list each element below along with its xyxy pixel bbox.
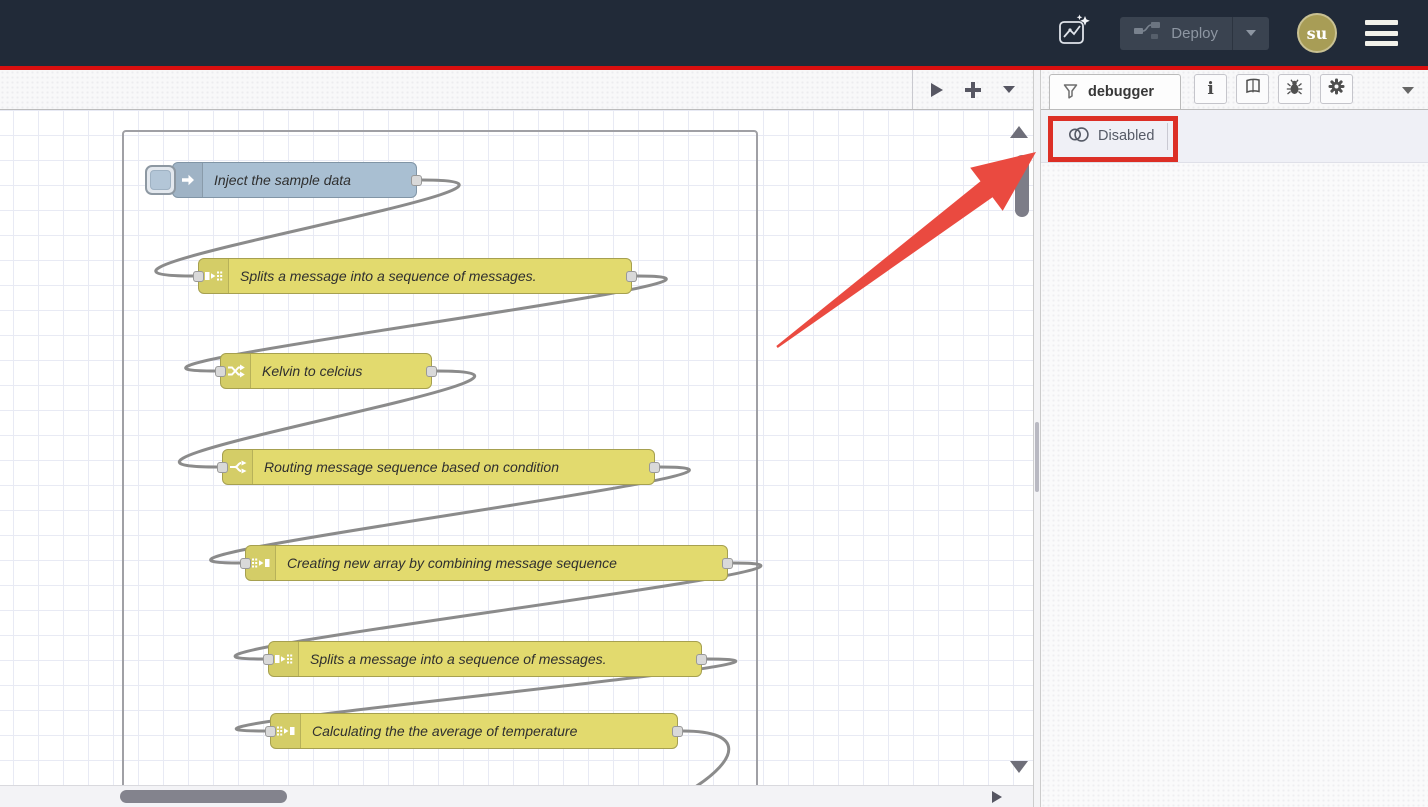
- node-label: Calculating the the average of temperatu…: [301, 714, 589, 748]
- tab-debugger[interactable]: debugger: [1049, 74, 1181, 109]
- header: Deploy su: [0, 0, 1428, 66]
- node-label: Creating new array by combining message …: [276, 546, 629, 580]
- main-menu-button[interactable]: [1365, 20, 1398, 46]
- deploy-label: Deploy: [1171, 25, 1218, 42]
- horizontal-scrollbar-thumb[interactable]: [120, 790, 287, 803]
- debug-sidebar-toolbar: Disabled: [1041, 110, 1428, 163]
- flow-node-join2[interactable]: Calculating the the average of temperatu…: [270, 713, 678, 749]
- toggle-icon: [1067, 126, 1090, 147]
- node-label: Splits a message into a sequence of mess…: [229, 259, 549, 293]
- node-input-port[interactable]: [215, 366, 226, 377]
- gear-icon: [1328, 78, 1345, 100]
- splitter-grip-handle[interactable]: [1035, 422, 1039, 492]
- ai-flow-sparkle-icon: [1056, 13, 1092, 54]
- scroll-right-arrow-button[interactable]: [992, 791, 1002, 803]
- node-output-port[interactable]: [649, 462, 660, 473]
- toolbar-separator: [1167, 123, 1168, 150]
- node-input-port[interactable]: [240, 558, 251, 569]
- bug-icon: [1286, 78, 1303, 101]
- node-label: Kelvin to celcius: [251, 354, 374, 388]
- canvas-scroll-up-button[interactable]: [1010, 126, 1028, 138]
- inject-button-face: [150, 170, 171, 190]
- sidebar-tab-buttons: i: [1194, 74, 1353, 104]
- add-flow-button[interactable]: [965, 82, 981, 98]
- main-area: Inject the sample data Splits a message i…: [0, 70, 1428, 807]
- deploy-icon: [1134, 22, 1161, 44]
- node-label: Inject the sample data: [203, 163, 363, 197]
- debug-disabled-toggle-button[interactable]: Disabled: [1067, 126, 1154, 147]
- debug-messages-panel[interactable]: [1041, 163, 1428, 807]
- sidebar-tabbar: debugger i: [1041, 70, 1428, 110]
- flow-list-caret-button[interactable]: [1003, 86, 1015, 93]
- flow-node-split1[interactable]: Splits a message into a sequence of mess…: [198, 258, 632, 294]
- deploy-options-caret-button[interactable]: [1232, 17, 1269, 50]
- workspace: Inject the sample data Splits a message i…: [0, 70, 1033, 807]
- hamburger-icon: [1365, 20, 1398, 25]
- wires-layer: [0, 110, 1033, 785]
- disabled-label: Disabled: [1098, 128, 1154, 144]
- flow-node-join1[interactable]: Creating new array by combining message …: [245, 545, 728, 581]
- node-input-port[interactable]: [217, 462, 228, 473]
- info-tab-button[interactable]: i: [1194, 74, 1227, 104]
- node-output-port[interactable]: [696, 654, 707, 665]
- help-docs-tab-button[interactable]: [1236, 74, 1269, 104]
- node-input-port[interactable]: [193, 271, 204, 282]
- info-icon: i: [1207, 81, 1213, 98]
- avatar-initials: su: [1307, 24, 1328, 43]
- node-input-port[interactable]: [265, 726, 276, 737]
- node-label: Splits a message into a sequence of mess…: [299, 642, 619, 676]
- node-output-port[interactable]: [672, 726, 683, 737]
- canvas-scroll-down-button[interactable]: [1010, 761, 1028, 773]
- node-output-port[interactable]: [411, 175, 422, 186]
- ai-assistant-button[interactable]: [1056, 15, 1092, 51]
- debug-tab-button[interactable]: [1278, 74, 1311, 104]
- canvas-vertical-scrollbar-thumb[interactable]: [1015, 155, 1029, 217]
- inject-run-button[interactable]: [145, 165, 176, 195]
- flask-icon: [1062, 82, 1079, 103]
- sidebar-tabs-caret-button[interactable]: [1402, 87, 1414, 94]
- sidebar: debugger i: [1041, 70, 1428, 807]
- flow-node-split2[interactable]: Splits a message into a sequence of mess…: [268, 641, 702, 677]
- book-icon: [1243, 78, 1262, 100]
- deploy-button[interactable]: Deploy: [1120, 17, 1269, 50]
- config-nodes-tab-button[interactable]: [1320, 74, 1353, 104]
- node-output-port[interactable]: [626, 271, 637, 282]
- tab-scroll-right-button[interactable]: [931, 83, 943, 97]
- node-red-app: Deploy su: [0, 0, 1428, 807]
- node-output-port[interactable]: [722, 558, 733, 569]
- user-avatar[interactable]: su: [1297, 13, 1337, 53]
- node-input-port[interactable]: [263, 654, 274, 665]
- node-output-port[interactable]: [426, 366, 437, 377]
- flow-canvas[interactable]: Inject the sample data Splits a message i…: [0, 110, 1033, 785]
- tabbar-actions: [912, 70, 1033, 109]
- flow-node-switch1[interactable]: Routing message sequence based on condit…: [222, 449, 655, 485]
- flow-tabbar: [0, 70, 1033, 110]
- flow-node-change1[interactable]: Kelvin to celcius: [220, 353, 432, 389]
- inject-arrow-icon: [173, 163, 203, 197]
- node-label: Routing message sequence based on condit…: [253, 450, 571, 484]
- tab-debugger-label: debugger: [1088, 84, 1154, 100]
- flow-node-inject[interactable]: Inject the sample data: [172, 162, 417, 198]
- horizontal-scrollbar[interactable]: [0, 785, 1033, 807]
- chevron-down-icon: [1246, 30, 1256, 36]
- sidebar-splitter[interactable]: [1033, 70, 1041, 807]
